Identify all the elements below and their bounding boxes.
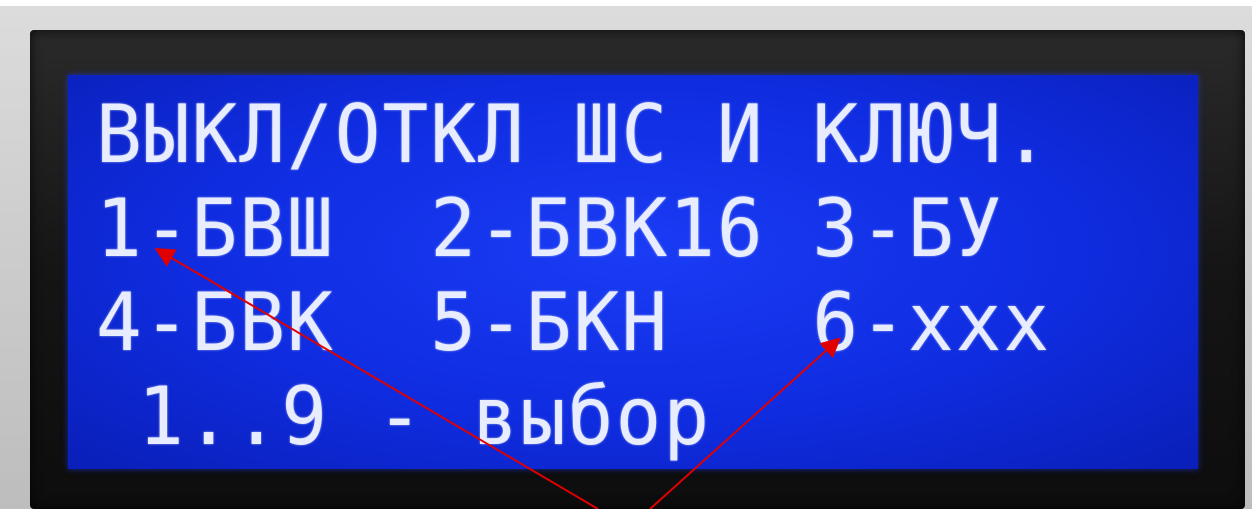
lcd-line-options-1: 1-БВШ 2-БВК16 3-БУ (96, 180, 1004, 276)
lcd-line-hint: 1..9 - выбор (138, 368, 712, 464)
photo-scene: ВЫКЛ/ОТКЛ ШС И КЛЮЧ. 1-БВШ 2-БВК16 3-БУ … (0, 0, 1252, 509)
lcd-line-options-2: 4-БВК 5-БКН 6-xxx (96, 274, 1052, 370)
lcd-display: ВЫКЛ/ОТКЛ ШС И КЛЮЧ. 1-БВШ 2-БВК16 3-БУ … (68, 75, 1198, 469)
lcd-line-title: ВЫКЛ/ОТКЛ ШС И КЛЮЧ. (96, 86, 1052, 182)
